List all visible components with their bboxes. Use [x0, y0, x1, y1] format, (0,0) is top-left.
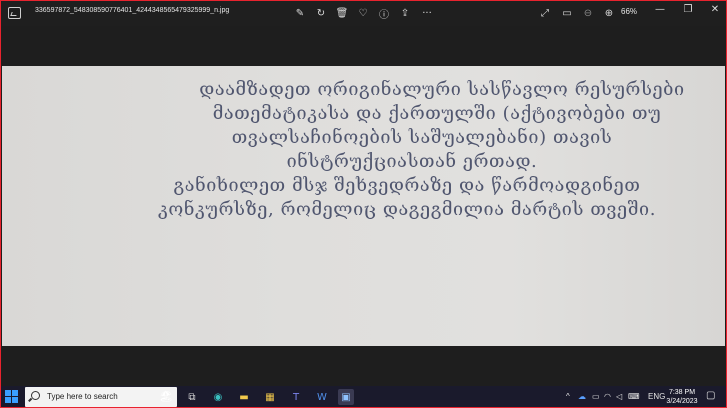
delete-icon[interactable]: 🗑: [335, 6, 349, 20]
language-indicator[interactable]: ENG: [648, 392, 665, 401]
keyboard-icon[interactable]: ⌨: [628, 392, 640, 401]
taskbar-clock[interactable]: 7:38 PM 3/24/2023: [665, 388, 699, 406]
photo-text-line: თვალსაჩინოების საშუალებანი) თავის: [231, 127, 613, 148]
onedrive-icon[interactable]: ☁: [578, 392, 586, 401]
zoom-in-icon[interactable]: ⊕: [602, 6, 616, 20]
edit-image-icon[interactable]: ✎: [293, 6, 307, 20]
file-explorer-icon[interactable]: ▬: [236, 389, 252, 405]
wifi-icon[interactable]: ◠: [604, 392, 611, 401]
slideshow-icon[interactable]: ▭: [560, 6, 574, 20]
photo-text-line: განიხილეთ მსჯ შეხვედრაზე და წარმოადგინეთ: [173, 175, 641, 196]
windows-start-icon[interactable]: [5, 390, 19, 404]
windows-taskbar: Type here to search 🏖 ⧉ ◉ ▬ ▦ T W ▣ ^ ☁ …: [0, 386, 727, 408]
teams-icon[interactable]: T: [288, 389, 304, 405]
photo-text-block: დაამზადეთ ორიგინალური სასწავლო რესურსები…: [152, 78, 712, 222]
rotate-icon[interactable]: ↻: [314, 6, 328, 20]
displayed-photo: დაამზადეთ ორიგინალური სასწავლო რესურსები…: [2, 66, 725, 346]
photos-titlebar: 336597872_548308590776401_42443485654793…: [0, 0, 727, 26]
edge-browser-icon[interactable]: ◉: [210, 389, 226, 405]
speaker-icon[interactable]: ◁: [616, 392, 622, 401]
clock-time: 7:38 PM: [668, 389, 696, 396]
image-viewer-canvas[interactable]: დაამზადეთ ორიგინალური სასწავლო რესურსები…: [0, 26, 727, 386]
photo-text-line: კონკურსზე, რომელიც დაგეგმილია მარტის თვე…: [157, 199, 657, 220]
taskbar-search-box[interactable]: Type here to search 🏖: [25, 387, 177, 407]
photo-text-line: მათემატიკასა და ქართულში (აქტივობები თუ: [212, 103, 662, 124]
zoom-level[interactable]: 66%: [621, 7, 637, 16]
minimize-button[interactable]: —: [650, 2, 670, 16]
search-icon: [31, 391, 40, 400]
maximize-button[interactable]: ❐: [678, 2, 698, 16]
notification-icon[interactable]: ▢: [706, 390, 715, 401]
photo-text-line: ინსტრუქციასთან ერთად.: [286, 151, 538, 172]
photo-text-line: დაამზადეთ ორიგინალური სასწავლო რესურსები: [199, 79, 685, 100]
close-button[interactable]: ✕: [705, 2, 725, 16]
network-icon[interactable]: ▭: [592, 392, 600, 401]
zoom-out-icon[interactable]: ⊖: [581, 6, 595, 20]
search-highlight-icon: 🏖: [159, 390, 173, 403]
clock-date: 3/24/2023: [666, 398, 698, 405]
file-name: 336597872_548308590776401_42443485654793…: [35, 7, 230, 14]
favorite-heart-icon[interactable]: ♡: [356, 6, 370, 20]
fullscreen-icon[interactable]: ⤢: [538, 6, 552, 20]
task-view-icon[interactable]: ⧉: [184, 389, 200, 405]
photos-app-icon[interactable]: ▣: [338, 389, 354, 405]
share-icon[interactable]: ⇪: [398, 6, 412, 20]
chevron-up-icon[interactable]: ^: [566, 392, 570, 401]
more-icon[interactable]: ···: [420, 6, 434, 20]
microsoft-store-icon[interactable]: ▦: [262, 389, 278, 405]
info-icon[interactable]: ⓘ: [377, 6, 391, 21]
image-app-icon: [8, 7, 21, 19]
search-placeholder: Type here to search: [47, 392, 118, 401]
